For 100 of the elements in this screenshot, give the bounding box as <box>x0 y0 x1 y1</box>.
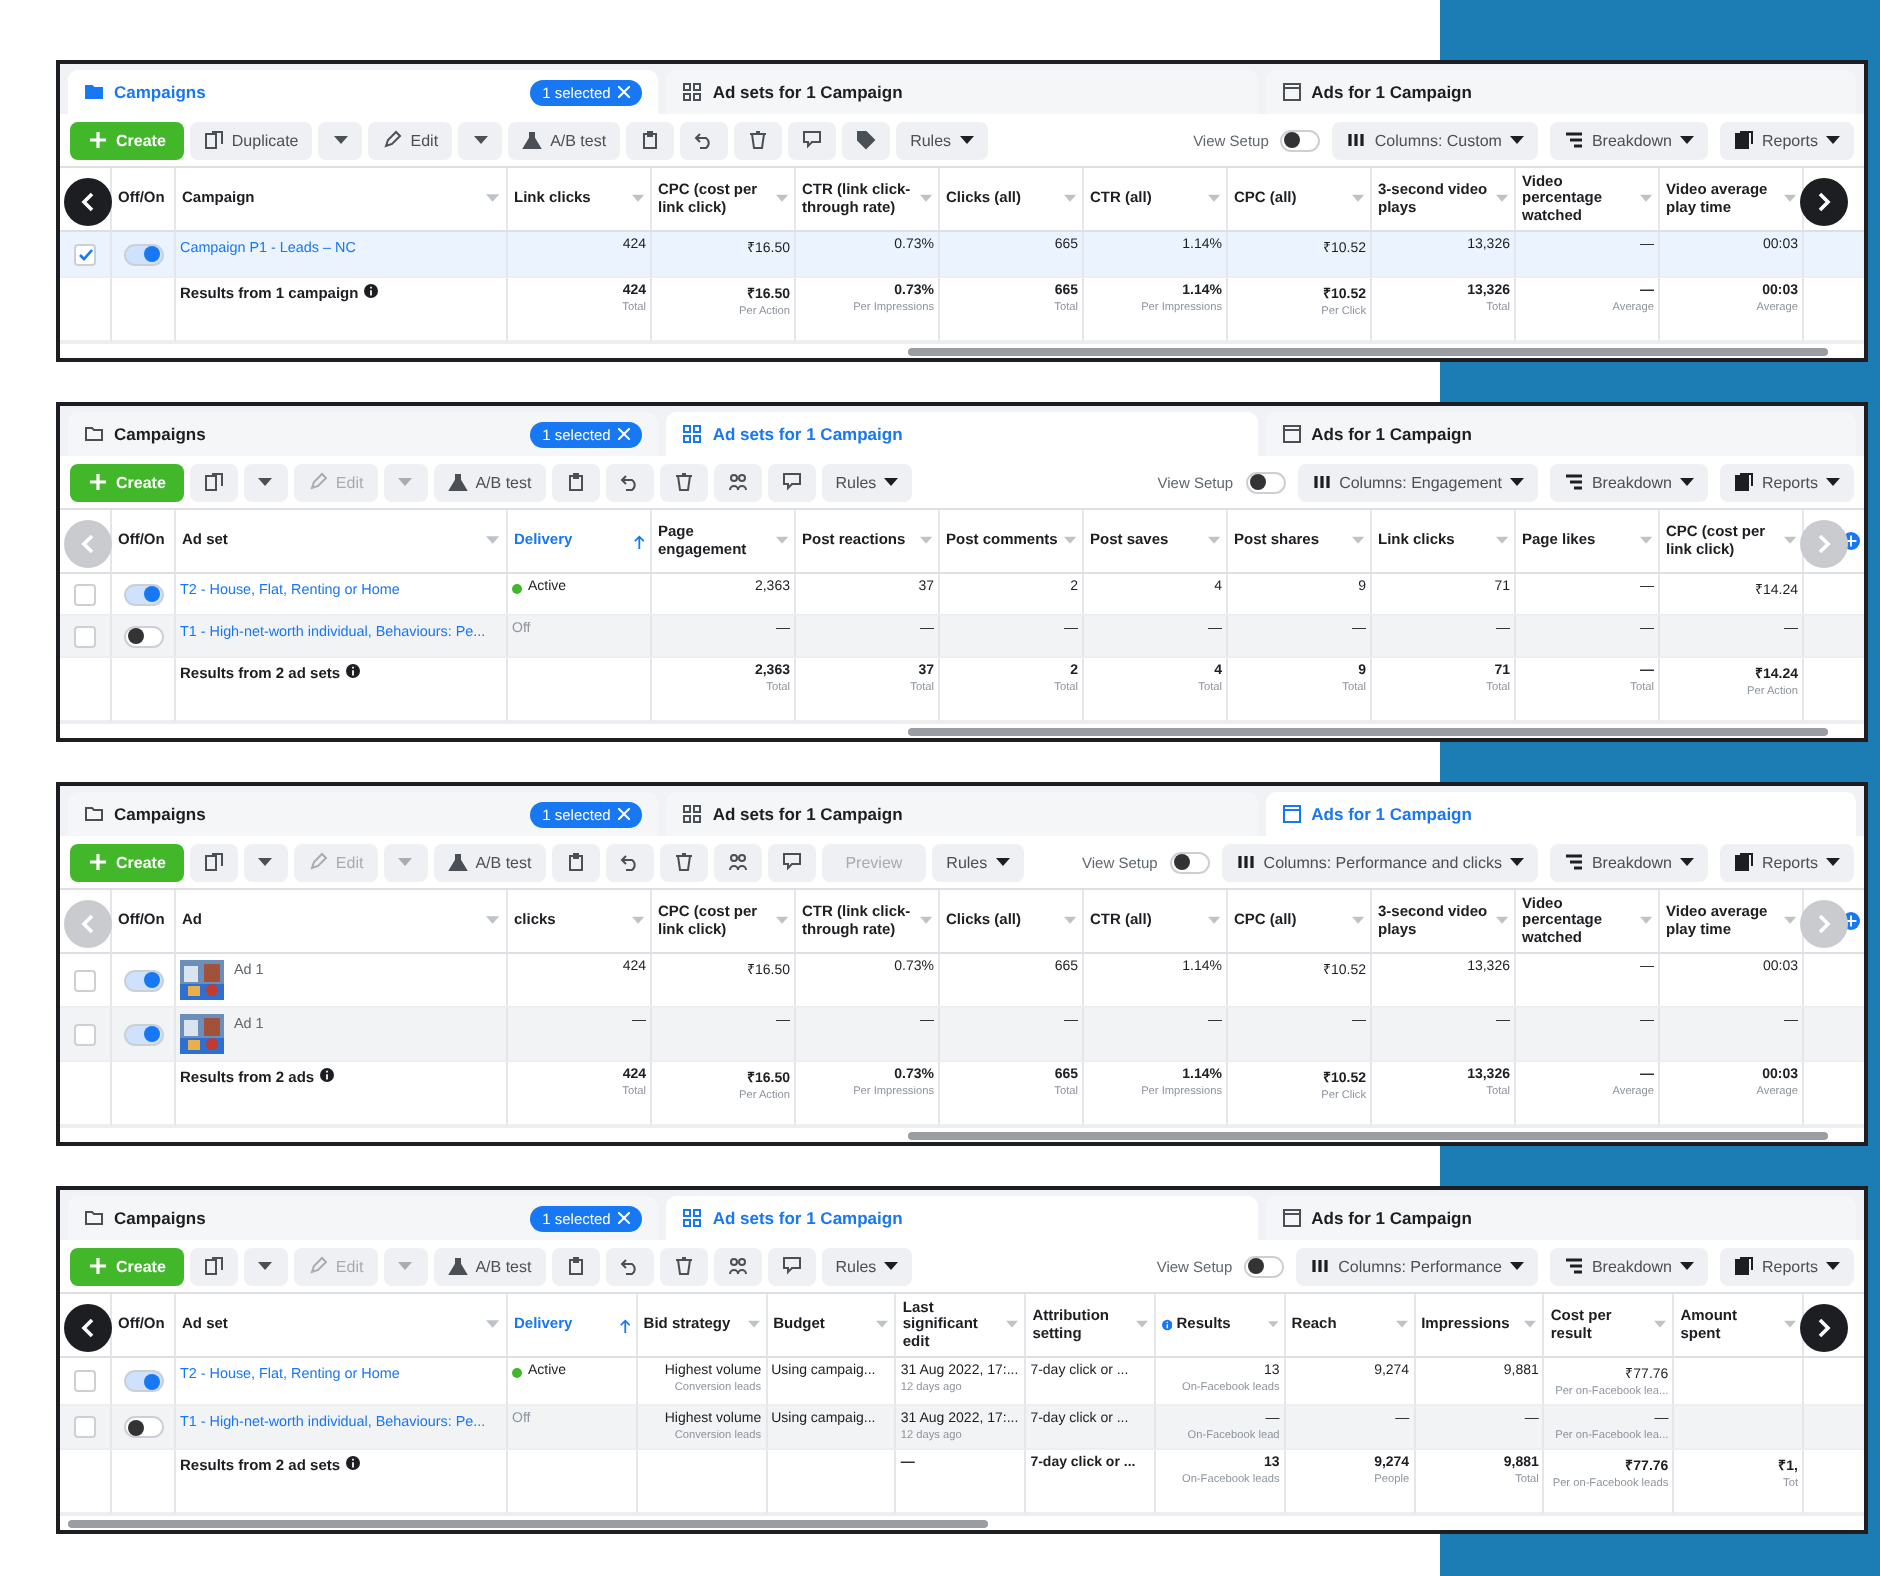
caret-icon <box>919 916 932 926</box>
table-row[interactable] <box>60 1358 1864 1406</box>
icon-button[interactable] <box>842 121 891 159</box>
folder-icon <box>84 424 104 444</box>
icon-button[interactable] <box>551 463 600 501</box>
reports-icon <box>1733 472 1754 492</box>
tab[interactable]: Ads for 1 Campaign <box>1265 412 1856 456</box>
dropdown-menu[interactable]: Columns: Custom <box>1332 121 1538 159</box>
rules-menu[interactable]: Rules <box>821 1247 913 1285</box>
caret-icon <box>1509 477 1524 487</box>
tab[interactable]: Ad sets for 1 Campaign <box>666 412 1258 456</box>
toggle-switch[interactable] <box>123 243 163 265</box>
caret-icon <box>1063 536 1076 546</box>
toolbar-button[interactable]: A/B test <box>433 1247 546 1285</box>
icon-button[interactable] <box>551 1247 600 1285</box>
caret-icon <box>747 1320 760 1330</box>
icon-button[interactable] <box>713 1247 762 1285</box>
view-setup-switch[interactable] <box>1280 129 1321 151</box>
row-checkbox[interactable] <box>74 969 96 991</box>
sort-up-icon[interactable] <box>633 533 644 549</box>
row-checkbox[interactable] <box>74 583 96 605</box>
row-checkbox[interactable] <box>74 625 96 647</box>
icon-button[interactable] <box>189 463 238 501</box>
icon-button[interactable] <box>659 843 708 881</box>
dropdown-button[interactable] <box>243 1247 288 1285</box>
dropdown-menu[interactable]: Reports <box>1719 121 1854 159</box>
rules-menu[interactable]: Rules <box>821 463 913 501</box>
dropdown-button[interactable] <box>318 121 363 159</box>
dropdown-menu[interactable]: Breakdown <box>1549 1247 1708 1285</box>
icon-button[interactable] <box>713 843 762 881</box>
icon-button[interactable] <box>767 1247 816 1285</box>
previous-button[interactable] <box>64 178 112 226</box>
icon-button[interactable] <box>680 121 729 159</box>
tab[interactable]: Ads for 1 Campaign <box>1265 1196 1856 1240</box>
plus-icon <box>88 852 108 872</box>
next-button[interactable] <box>1800 1304 1848 1352</box>
icon-button[interactable] <box>767 463 816 501</box>
toggle-switch[interactable] <box>123 1416 163 1438</box>
caret-icon <box>1351 916 1364 926</box>
toolbar-button[interactable]: A/B test <box>433 843 546 881</box>
dropdown-menu[interactable]: Breakdown <box>1549 843 1708 881</box>
toolbar-button[interactable]: Duplicate <box>189 121 313 159</box>
dropdown-button[interactable] <box>243 463 288 501</box>
dropdown-menu[interactable]: Columns: Performance and clicks <box>1221 843 1538 881</box>
icon-button[interactable] <box>626 121 675 159</box>
close-icon[interactable] <box>618 1212 631 1224</box>
icon-button[interactable] <box>605 463 654 501</box>
row-checkbox[interactable] <box>74 1023 96 1045</box>
people-icon <box>727 852 748 872</box>
dropdown-menu[interactable]: Columns: Performance <box>1296 1247 1538 1285</box>
dropdown-menu[interactable]: Breakdown <box>1549 463 1708 501</box>
dropdown-menu[interactable]: Reports <box>1719 843 1854 881</box>
sort-up-icon[interactable] <box>619 1317 630 1333</box>
icon-button[interactable] <box>189 843 238 881</box>
close-icon[interactable] <box>618 808 631 820</box>
icon-button[interactable] <box>788 121 837 159</box>
row-checkbox[interactable] <box>74 243 96 265</box>
view-setup-switch[interactable] <box>1245 471 1286 493</box>
view-setup-switch[interactable] <box>1169 851 1210 873</box>
toggle-switch[interactable] <box>123 625 163 647</box>
close-icon[interactable] <box>618 86 631 98</box>
people-icon <box>727 472 748 492</box>
rules-menu[interactable]: Rules <box>932 843 1024 881</box>
dropdown-button[interactable] <box>243 843 288 881</box>
icon-button[interactable] <box>713 463 762 501</box>
dropdown-menu[interactable]: Reports <box>1719 463 1854 501</box>
toggle-switch[interactable] <box>123 1370 163 1392</box>
icon-button[interactable] <box>734 121 783 159</box>
icon-button[interactable] <box>767 843 816 881</box>
close-icon[interactable] <box>618 428 631 440</box>
toggle-switch[interactable] <box>123 969 163 991</box>
tab[interactable]: Ads for 1 Campaign <box>1265 792 1856 836</box>
toolbar-button[interactable]: A/B test <box>508 121 621 159</box>
view-setup-switch[interactable] <box>1244 1255 1285 1277</box>
tab[interactable]: Ad sets for 1 Campaign <box>666 1196 1258 1240</box>
icon-button[interactable] <box>605 843 654 881</box>
dropdown-button[interactable] <box>458 121 503 159</box>
dropdown-menu[interactable]: Reports <box>1719 1247 1854 1285</box>
row-checkbox[interactable] <box>74 1370 96 1392</box>
toggle-switch[interactable] <box>123 583 163 605</box>
icon-button[interactable] <box>551 843 600 881</box>
list-icon <box>1563 472 1584 492</box>
trash-icon <box>673 472 694 492</box>
toolbar-button[interactable]: A/B test <box>433 463 546 501</box>
previous-button[interactable] <box>64 1304 112 1352</box>
dropdown-menu[interactable]: Breakdown <box>1549 121 1708 159</box>
dropdown-menu[interactable]: Columns: Engagement <box>1297 463 1538 501</box>
tab[interactable]: Ad sets for 1 Campaign <box>666 70 1258 114</box>
tab[interactable]: Ads for 1 Campaign <box>1265 70 1856 114</box>
rules-menu[interactable]: Rules <box>896 121 988 159</box>
toggle-switch[interactable] <box>123 1023 163 1045</box>
row-checkbox[interactable] <box>74 1416 96 1438</box>
next-button[interactable] <box>1800 178 1848 226</box>
tab[interactable]: Ad sets for 1 Campaign <box>666 792 1258 836</box>
icon-button[interactable] <box>605 1247 654 1285</box>
toolbar-button[interactable]: Edit <box>368 121 453 159</box>
flask-icon <box>522 130 543 150</box>
icon-button[interactable] <box>659 1247 708 1285</box>
icon-button[interactable] <box>189 1247 238 1285</box>
icon-button[interactable] <box>659 463 708 501</box>
